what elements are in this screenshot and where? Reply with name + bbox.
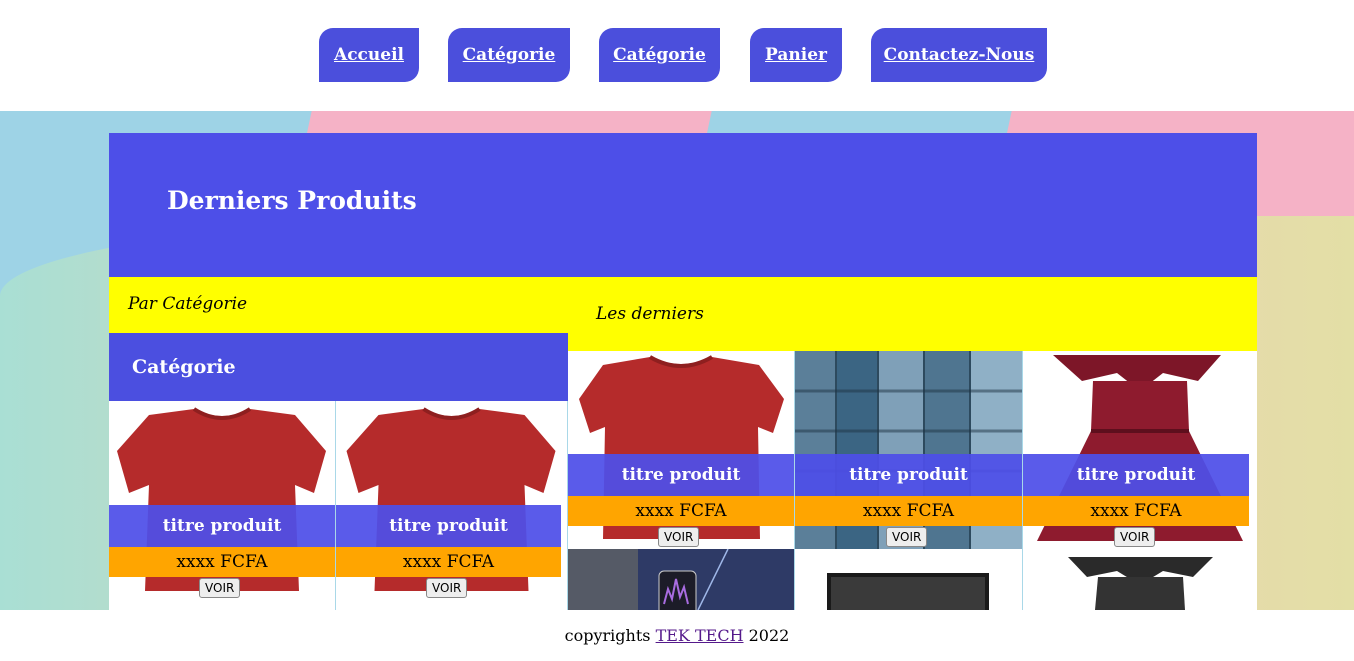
sidebar-product-card-1[interactable]: titre produit xxxx FCFA VOIR	[109, 401, 336, 610]
tv-image	[795, 549, 1022, 610]
nav-categorie-2[interactable]: Catégorie	[599, 28, 720, 82]
les-derniers-bar: Les derniers	[568, 277, 1257, 351]
phone-image	[568, 549, 794, 610]
par-categorie-bar: Par Catégorie	[109, 277, 568, 333]
product-title: titre produit	[109, 505, 335, 547]
nav-panier[interactable]: Panier	[750, 28, 842, 82]
hero-banner: Derniers Produits	[109, 133, 1257, 277]
page-title: Derniers Produits	[167, 186, 417, 215]
latest-product-card-3[interactable]: titre produit xxxx FCFA VOIR	[1023, 351, 1257, 549]
latest-product-card-6[interactable]	[1023, 549, 1257, 610]
product-title: titre produit	[1023, 454, 1249, 496]
product-title: titre produit	[336, 505, 561, 547]
product-title: titre produit	[568, 454, 794, 496]
product-price: xxxx FCFA	[1023, 496, 1249, 526]
voir-button[interactable]: VOIR	[1114, 527, 1156, 547]
voir-button[interactable]: VOIR	[886, 527, 928, 547]
latest-product-card-2[interactable]: titre produit xxxx FCFA VOIR	[795, 351, 1023, 549]
footer-prefix: copyrights	[564, 626, 651, 645]
product-price: xxxx FCFA	[568, 496, 794, 526]
dress-image	[1023, 549, 1257, 610]
product-title: titre produit	[795, 454, 1022, 496]
nav-contact[interactable]: Contactez-Nous	[871, 28, 1047, 82]
latest-product-card-4[interactable]	[568, 549, 795, 610]
voir-button[interactable]: VOIR	[658, 527, 700, 547]
main-panel: Derniers Produits Par Catégorie Les dern…	[109, 133, 1257, 610]
voir-button[interactable]: VOIR	[426, 578, 468, 598]
latest-product-card-1[interactable]: titre produit xxxx FCFA VOIR	[568, 351, 795, 549]
les-derniers-label: Les derniers	[596, 304, 704, 324]
sidebar-product-card-2[interactable]: titre produit xxxx FCFA VOIR	[336, 401, 568, 610]
category-heading: Catégorie	[109, 333, 568, 401]
latest-product-card-5[interactable]	[795, 549, 1023, 610]
footer: copyrights TEK TECH 2022	[0, 610, 1354, 661]
product-price: xxxx FCFA	[336, 547, 561, 577]
par-categorie-label: Par Catégorie	[128, 294, 248, 314]
nav-accueil[interactable]: Accueil	[319, 28, 419, 82]
top-nav: Accueil Catégorie Catégorie Panier Conta…	[0, 0, 1354, 111]
product-price: xxxx FCFA	[109, 547, 335, 577]
footer-year: 2022	[748, 626, 790, 645]
nav-categorie-1[interactable]: Catégorie	[448, 28, 570, 82]
voir-button[interactable]: VOIR	[199, 578, 241, 598]
product-price: xxxx FCFA	[795, 496, 1022, 526]
footer-link[interactable]: TEK TECH	[656, 626, 744, 645]
